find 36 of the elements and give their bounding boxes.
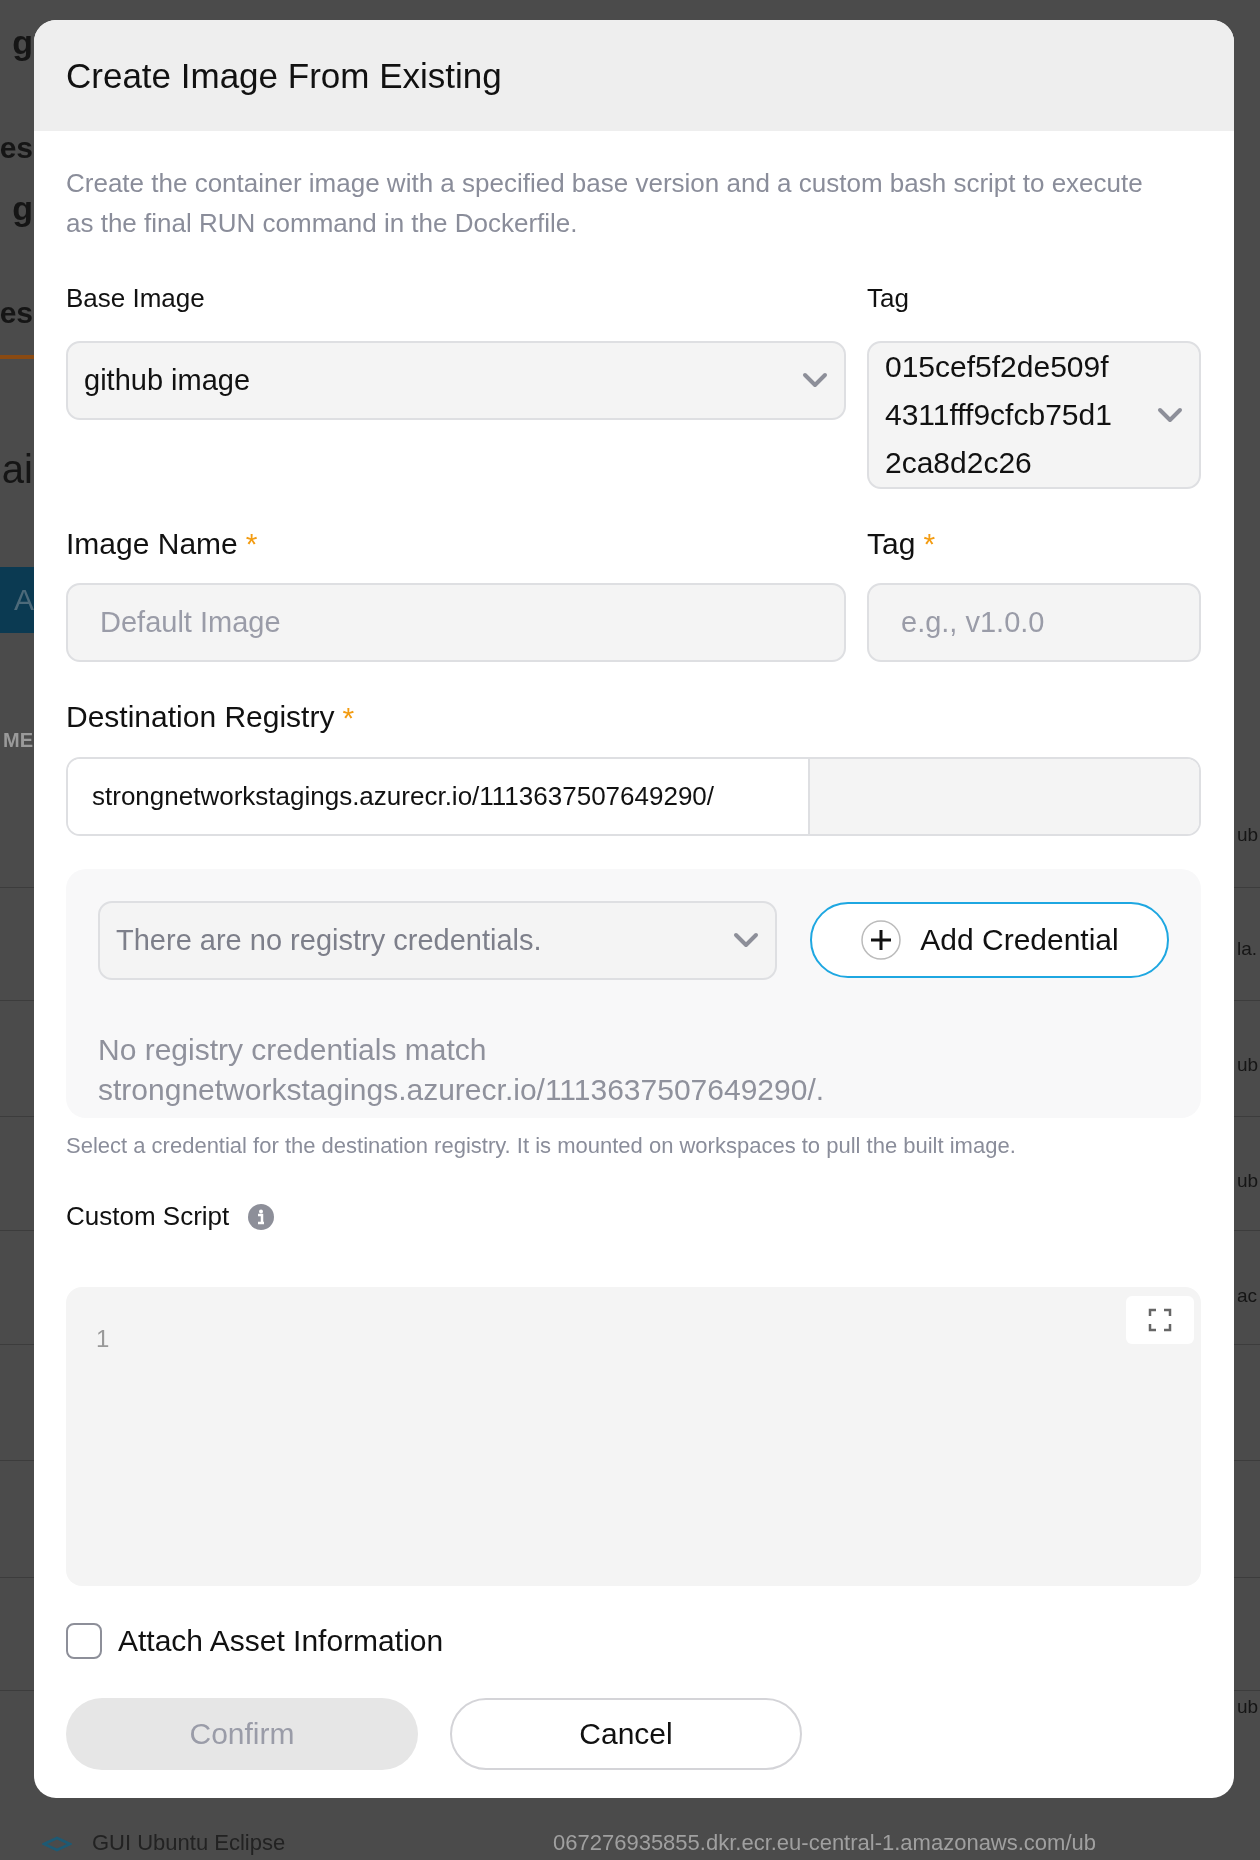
required-mark: * [245,527,258,562]
base-image-select[interactable]: github image [66,340,846,420]
description: Create the container image with a specified base version and a custom bash script to execute as the final RUN command in the Dockerfile. [66,167,1144,240]
table-cell: 067276935855.dkr.ecr.eu-central-1.amazonaws.com/ub [553,1830,1096,1857]
image-name-field[interactable]: Default Image [66,583,846,663]
fullscreen-button[interactable] [1126,1295,1194,1344]
checkbox[interactable] [66,1622,102,1659]
helper-text: Select a credential for the destination registry. It is mounted on workspaces to pull the built image. [66,1132,1017,1159]
chevron-down-icon [1157,406,1183,423]
registry-path-field[interactable] [810,758,1199,834]
add-credential-button[interactable]: Add Credential [810,902,1169,979]
field-label: Custom Script [66,1201,230,1232]
tag-select[interactable]: 015cef5f2de509f4311fff9cfcb75d12ca8d2c26 [867,340,1201,489]
field-label: Destination Registry [66,700,335,735]
diamond-icon [42,1836,72,1852]
expand-icon [1148,1307,1172,1332]
info-icon [247,1202,276,1231]
chevron-down-icon [802,372,828,389]
required-mark: * [923,527,936,562]
credential-message: No registry credentials match strongnetworkstagings.azurecr.io/1113637507649290/. [98,1031,826,1108]
chevron-down-icon [733,932,759,949]
field-label: Tag [867,526,916,562]
cancel-button[interactable]: Cancel [450,1697,802,1770]
plus-icon [860,919,903,962]
field-label: Base Image [66,284,206,314]
line-number: 1 [96,1324,111,1353]
column-header: ME [3,728,33,752]
field-label: Image Name [66,526,238,562]
credential-select[interactable]: There are no registry credentials. [98,900,777,980]
code-editor[interactable]: 1 [66,1286,1201,1586]
checkbox-label: Attach Asset Information [118,1623,444,1659]
dialog-title: Create Image From Existing [66,55,502,96]
required-mark: * [342,700,355,735]
registry-prefix: strongnetworkstagings.azurecr.io/1113637507649290/ [68,758,810,834]
tag-field[interactable]: e.g., v1.0.0 [867,583,1201,663]
field-label: Tag [867,284,910,314]
